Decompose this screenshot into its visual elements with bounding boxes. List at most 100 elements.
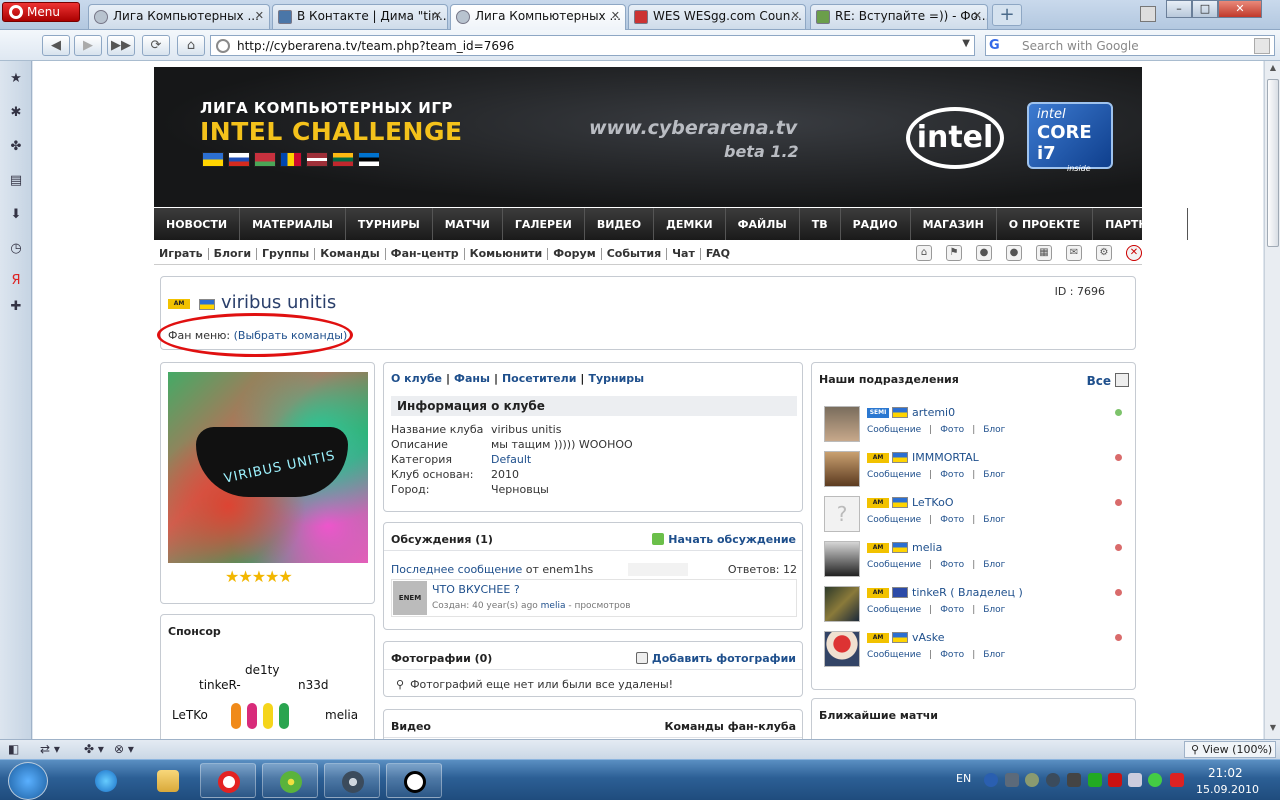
calendar-icon[interactable]: ▦ bbox=[1036, 245, 1052, 261]
opera-menu-button[interactable]: Menu bbox=[2, 2, 80, 22]
team-photo[interactable]: VIRIBUS UNITIS bbox=[168, 372, 368, 563]
tab-1[interactable]: Лига Компьютерных ... ✕ bbox=[88, 4, 270, 29]
category-link[interactable]: Default bbox=[491, 453, 531, 466]
photo-link[interactable]: Фото bbox=[940, 605, 964, 615]
search-icon[interactable] bbox=[1254, 38, 1270, 54]
volume-icon[interactable] bbox=[1128, 773, 1142, 787]
site-banner[interactable]: ЛИГА КОМПЬЮТЕРНЫХ ИГР INTEL CHALLENGE ww… bbox=[154, 67, 1142, 207]
tab-3-active[interactable]: Лига Компьютерных ... ✕ bbox=[450, 4, 626, 31]
tab-2[interactable]: В Контакте | Дима "tin... ✕ bbox=[272, 4, 448, 29]
flag-icon[interactable]: ⚑ bbox=[946, 245, 962, 261]
clock-time[interactable]: 21:02 bbox=[1208, 766, 1243, 780]
user-icon[interactable]: ● bbox=[976, 245, 992, 261]
add-photos-button[interactable]: Добавить фотографии bbox=[635, 652, 796, 665]
photo-link[interactable]: Фото bbox=[940, 425, 964, 435]
close-tab-icon[interactable]: ✕ bbox=[433, 9, 442, 22]
avatar[interactable] bbox=[824, 451, 860, 487]
subnav-fan-center[interactable]: Фан-центр bbox=[386, 247, 465, 260]
last-message-link[interactable]: Последнее сообщение bbox=[391, 563, 522, 576]
opera-taskbar-icon[interactable] bbox=[200, 763, 256, 798]
nav-materials[interactable]: МАТЕРИАЛЫ bbox=[240, 208, 346, 240]
member-name[interactable]: melia bbox=[912, 541, 942, 554]
forward-button[interactable]: ▶ bbox=[74, 35, 102, 56]
member-name[interactable]: vAske bbox=[912, 631, 945, 644]
photo-link[interactable]: Фото bbox=[940, 560, 964, 570]
blog-link[interactable]: Блог bbox=[983, 560, 1005, 570]
subnav-play[interactable]: Играть bbox=[154, 247, 209, 260]
close-tab-icon[interactable]: ✕ bbox=[611, 9, 620, 22]
steam-taskbar-icon[interactable] bbox=[324, 763, 380, 798]
avatar[interactable] bbox=[824, 586, 860, 622]
photo-link[interactable]: Фото bbox=[940, 515, 964, 525]
icq-tray-icon[interactable] bbox=[1148, 773, 1162, 787]
panel-toggle-icon[interactable]: ◧ bbox=[8, 742, 19, 758]
close-tab-icon[interactable]: ✕ bbox=[255, 9, 264, 22]
close-tab-icon[interactable]: ✕ bbox=[973, 9, 982, 22]
message-link[interactable]: Сообщение bbox=[867, 470, 921, 480]
search-field[interactable]: G Search with Google bbox=[985, 35, 1275, 56]
friends-icon[interactable]: ● bbox=[1006, 245, 1022, 261]
blog-link[interactable]: Блог bbox=[983, 605, 1005, 615]
unite-status-icon[interactable]: ✤ ▾ bbox=[84, 742, 104, 758]
fast-forward-button[interactable]: ▶▶ bbox=[107, 35, 135, 56]
scrollbar-thumb[interactable] bbox=[1267, 79, 1279, 247]
unite-icon[interactable]: ✤ bbox=[8, 139, 24, 155]
turbo-icon[interactable]: ⇄ ▾ bbox=[40, 742, 60, 758]
nav-video[interactable]: ВИДЕО bbox=[585, 208, 655, 240]
tab-4[interactable]: WES WESgg.com Coun... ✕ bbox=[628, 4, 806, 29]
history-icon[interactable]: ◷ bbox=[8, 241, 24, 257]
topic-item[interactable]: ENEM ЧТО ВКУСНЕЕ ? Создан: 40 year(s) ag… bbox=[391, 579, 797, 617]
nav-shop[interactable]: МАГАЗИН bbox=[911, 208, 997, 240]
widgets-icon[interactable]: ✱ bbox=[8, 105, 24, 121]
member-name[interactable]: tinkeR ( Владелец ) bbox=[912, 586, 1023, 599]
settings-icon[interactable]: ⚙ bbox=[1096, 245, 1112, 261]
nav-news[interactable]: НОВОСТИ bbox=[154, 208, 241, 240]
tray-app-icon[interactable] bbox=[1025, 773, 1039, 787]
ati-icon[interactable] bbox=[1108, 773, 1122, 787]
scroll-up-icon[interactable]: ▲ bbox=[1267, 63, 1279, 77]
nav-galleries[interactable]: ГАЛЕРЕИ bbox=[503, 208, 585, 240]
subnav-chat[interactable]: Чат bbox=[667, 247, 701, 260]
back-button[interactable]: ◀ bbox=[42, 35, 70, 56]
nav-tournaments[interactable]: ТУРНИРЫ bbox=[346, 208, 433, 240]
member-name[interactable]: LeTKoO bbox=[912, 496, 953, 509]
nav-matches[interactable]: МАТЧИ bbox=[433, 208, 503, 240]
nav-files[interactable]: ФАЙЛЫ bbox=[726, 208, 800, 240]
google-icon[interactable]: G bbox=[989, 38, 1000, 53]
notes-icon[interactable]: ▤ bbox=[8, 173, 24, 189]
nav-contacts[interactable]: КОНТАКТЫ bbox=[1188, 208, 1263, 240]
avatar[interactable] bbox=[824, 631, 860, 667]
tab-5[interactable]: RE: Вступайте =)) - Фо... ✕ bbox=[810, 4, 988, 29]
yandex-icon[interactable]: Я bbox=[8, 273, 24, 289]
steam-tray-icon[interactable] bbox=[1046, 773, 1060, 787]
closed-tabs-trash-icon[interactable] bbox=[1140, 6, 1156, 22]
opera-link-icon[interactable]: ⊗ ▾ bbox=[114, 742, 134, 758]
maximize-button[interactable]: □ bbox=[1192, 0, 1218, 18]
blog-link[interactable]: Блог bbox=[983, 470, 1005, 480]
vertical-scrollbar[interactable]: ▲ ▼ bbox=[1264, 61, 1280, 739]
nav-demos[interactable]: ДЕМКИ bbox=[654, 208, 726, 240]
tab-about-club[interactable]: О клубе bbox=[391, 372, 442, 385]
avatar[interactable] bbox=[824, 541, 860, 577]
add-panel-icon[interactable]: ✚ bbox=[8, 299, 24, 315]
topic-title[interactable]: ЧТО ВКУСНЕЕ ? bbox=[432, 583, 520, 596]
message-link[interactable]: Сообщение bbox=[867, 560, 921, 570]
tab-fans[interactable]: Фаны bbox=[454, 372, 490, 385]
help-icon[interactable] bbox=[984, 773, 998, 787]
new-tab-button[interactable]: + bbox=[992, 4, 1022, 26]
nav-about[interactable]: О ПРОЕКТЕ bbox=[997, 208, 1094, 240]
reload-button[interactable]: ⟳ bbox=[142, 35, 170, 56]
bookmarks-icon[interactable]: ★ bbox=[8, 71, 24, 87]
message-link[interactable]: Сообщение bbox=[867, 650, 921, 660]
view-all-button[interactable]: Все bbox=[1087, 373, 1129, 388]
start-button[interactable] bbox=[8, 762, 48, 800]
chevron-down-icon[interactable]: ▼ bbox=[962, 38, 970, 49]
member-name[interactable]: artemi0 bbox=[912, 406, 955, 419]
tab-visitors[interactable]: Посетители bbox=[502, 372, 576, 385]
nav-tv[interactable]: ТВ bbox=[800, 208, 841, 240]
close-tab-icon[interactable]: ✕ bbox=[791, 9, 800, 22]
subnav-community[interactable]: Комьюнити bbox=[465, 247, 549, 260]
avatar-placeholder-icon[interactable]: ? bbox=[824, 496, 860, 532]
member-name[interactable]: IMMMORTAL bbox=[912, 451, 979, 464]
blog-link[interactable]: Блог bbox=[983, 650, 1005, 660]
